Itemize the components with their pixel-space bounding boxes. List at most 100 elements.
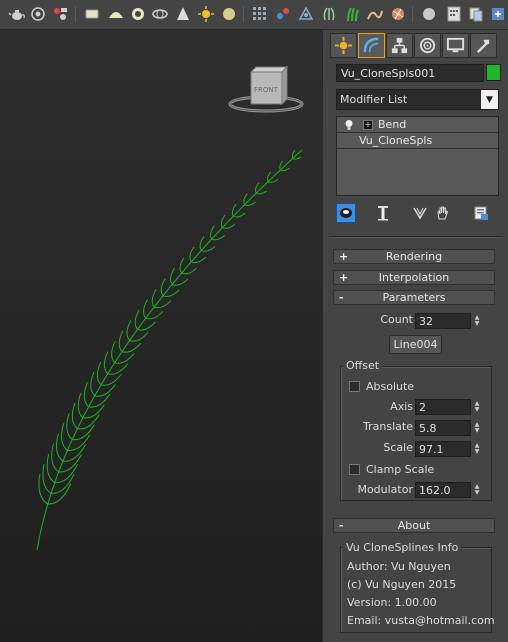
sphere-gizmo-icon[interactable] [29, 5, 47, 23]
rollout-parameters[interactable]: - Parameters [333, 290, 495, 305]
object-name-field[interactable]: Vu_CloneSpls001 [336, 64, 484, 82]
motion-tab[interactable] [414, 33, 441, 58]
scale-spinner-field[interactable]: 97.1 [415, 441, 471, 457]
command-panel-tabs [327, 33, 505, 59]
translate-spinner-arrows[interactable]: ▲ ▼ [471, 420, 483, 436]
fern-frond [71, 402, 78, 429]
modulator-spinner-field[interactable]: 162.0 [415, 482, 471, 498]
scale-spinner-arrows[interactable]: ▲ ▼ [471, 441, 483, 457]
grid-icon[interactable] [251, 5, 269, 23]
modifier-list-dropdown[interactable]: Modifier List ▼ [336, 89, 499, 110]
axis-label: Axis [390, 400, 413, 413]
collapse-icon: - [339, 519, 344, 532]
author-text: Author: Vu Nguyen [347, 560, 451, 573]
fern-frond [143, 299, 148, 319]
rollout-title: About [397, 519, 431, 532]
display-icon [446, 37, 465, 53]
utilities-tab[interactable] [470, 33, 497, 58]
hierarchy-tab[interactable] [386, 33, 413, 58]
show-end-result-button[interactable] [373, 203, 393, 223]
pick-spline-button[interactable]: Line004 [389, 335, 442, 354]
stack-item-label: Vu_CloneSpls [359, 134, 433, 147]
absolute-checkbox[interactable] [349, 381, 360, 392]
terrain-icon[interactable] [366, 5, 384, 23]
sphere-icon[interactable] [420, 5, 438, 23]
axis-spinner-arrows[interactable]: ▲ ▼ [471, 399, 483, 415]
teapot-icon[interactable] [8, 5, 26, 23]
expand-icon: + [339, 250, 349, 263]
fern-frond [96, 361, 102, 386]
rollout-title: Rendering [385, 250, 443, 263]
modify-icon [363, 37, 379, 53]
object-color-swatch[interactable] [486, 64, 501, 81]
fern-frond [103, 351, 109, 375]
configure-modifier-sets-button[interactable] [471, 203, 491, 223]
rollout-title: Parameters [382, 291, 446, 304]
cone-icon[interactable] [174, 5, 192, 23]
count-spinner-field[interactable]: 32 [415, 313, 471, 329]
hair-icon[interactable] [343, 5, 361, 23]
hierarchy-icon [391, 37, 408, 54]
clamp-scale-label: Clamp Scale [366, 463, 435, 476]
viewcube[interactable]: FRONT [228, 65, 304, 113]
fern-frond [134, 309, 140, 330]
plant-icon[interactable] [320, 5, 338, 23]
box-icon[interactable] [83, 5, 101, 23]
utilities-icon [476, 39, 490, 53]
fern-frond [46, 453, 56, 484]
fern-frond [51, 443, 59, 473]
viewport-front[interactable]: FRONT [0, 30, 322, 642]
ring-icon[interactable] [129, 5, 147, 23]
stack-item-label: Bend [378, 118, 407, 131]
expand-icon[interactable]: + [363, 120, 373, 130]
settings-icon[interactable] [489, 5, 507, 23]
copy-icon[interactable] [467, 5, 485, 23]
stack-item-bend[interactable]: + Bend [337, 117, 498, 133]
ball-icon[interactable] [389, 5, 407, 23]
modify-tab[interactable] [358, 33, 385, 58]
copyright-text: (c) Vu Nguyen 2015 [347, 578, 457, 591]
lightbulb-icon[interactable] [344, 119, 354, 131]
toolbar-separator [412, 6, 413, 22]
rollout-about[interactable]: - About [333, 518, 495, 533]
remove-modifier-button[interactable] [432, 203, 452, 223]
cylinder-icon[interactable] [151, 5, 169, 23]
calendar-icon[interactable] [445, 5, 463, 23]
axis-spinner-field[interactable]: 2 [415, 399, 471, 415]
create-tab[interactable] [330, 33, 357, 58]
sphere-icon[interactable] [220, 5, 238, 23]
rollout-interpolation[interactable]: + Interpolation [333, 270, 495, 285]
stack-item-base-object[interactable]: Vu_CloneSpls [337, 133, 498, 149]
rollout-title: Interpolation [378, 271, 450, 284]
clone-splines-object[interactable] [36, 149, 303, 551]
fern-frond [111, 340, 116, 364]
dome-icon[interactable] [107, 5, 125, 23]
about-group-title: Vu CloneSplines Info [343, 541, 462, 554]
make-unique-button[interactable] [410, 203, 430, 223]
rollout-rendering[interactable]: + Rendering [333, 249, 495, 264]
toolbar-separator [243, 6, 244, 22]
stack-toolbar [336, 203, 499, 223]
fern-frond [66, 412, 73, 440]
chevron-down-icon[interactable]: ▼ [481, 90, 498, 109]
particle-icon[interactable] [297, 5, 315, 23]
display-tab[interactable] [442, 33, 469, 58]
hand-icon [437, 206, 449, 220]
modulator-label: Modulator [357, 483, 413, 496]
count-spinner-arrows[interactable]: ▲ ▼ [471, 313, 483, 329]
collapse-icon: - [339, 291, 344, 304]
fern-stem [36, 149, 303, 551]
translate-label: Translate [363, 420, 413, 433]
command-panel: Vu_CloneSpls001 Modifier List ▼ + Bend V… [322, 30, 508, 642]
dots-icon[interactable] [274, 5, 292, 23]
render-setup-icon[interactable] [51, 5, 69, 23]
make-unique-icon [413, 207, 427, 220]
fern-frond [83, 382, 89, 408]
clamp-scale-checkbox[interactable] [349, 464, 360, 475]
sun-icon[interactable] [197, 5, 215, 23]
pin-stack-button[interactable] [336, 203, 356, 223]
modulator-spinner-arrows[interactable]: ▲ ▼ [471, 482, 483, 498]
translate-spinner-field[interactable]: 5.8 [415, 420, 471, 436]
fern-frond [77, 392, 84, 419]
version-text: Version: 1.00.00 [347, 596, 437, 609]
